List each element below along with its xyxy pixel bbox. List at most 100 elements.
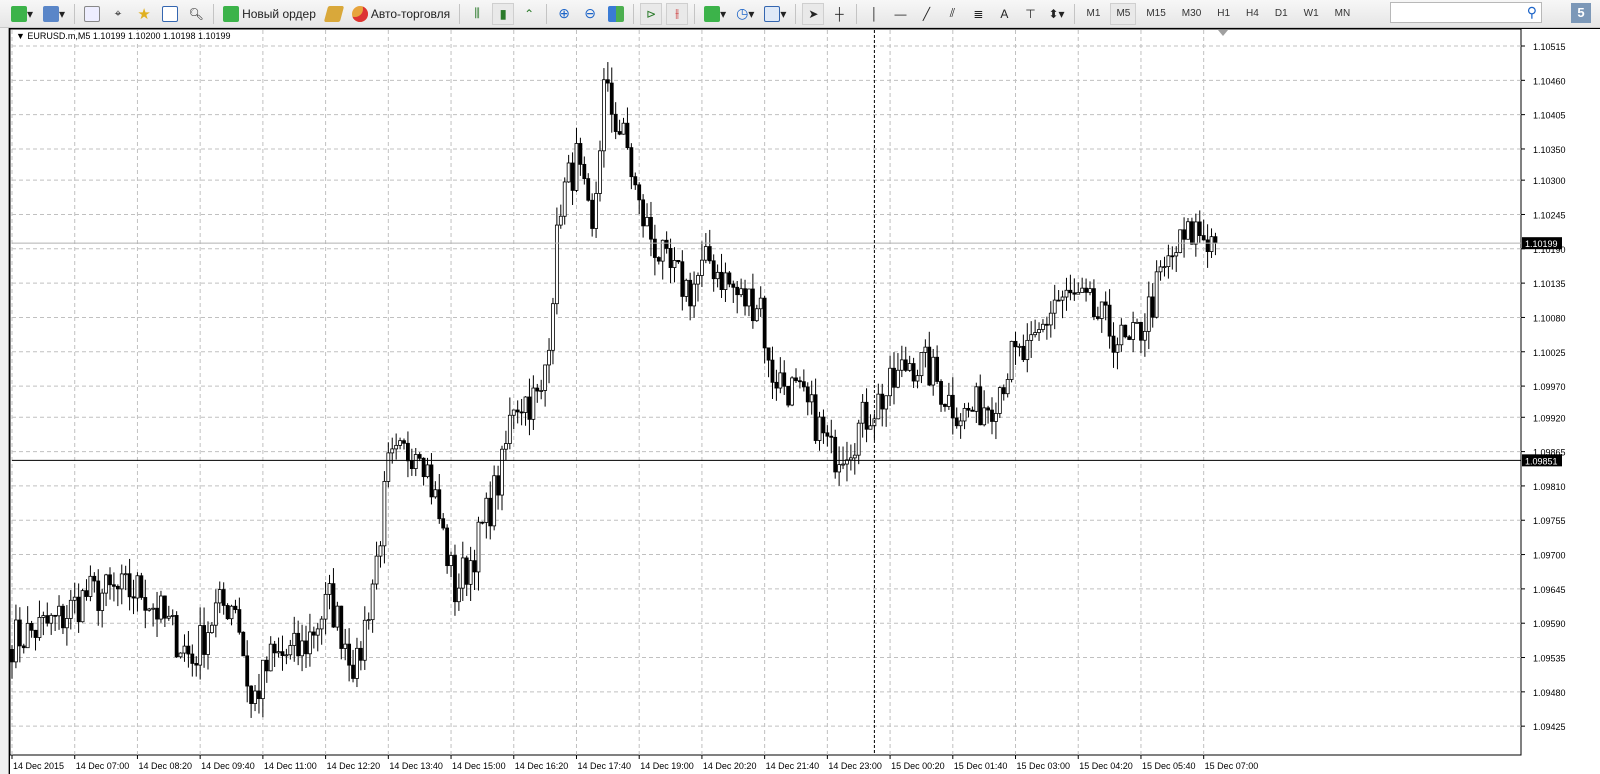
bull-candle: [841, 463, 845, 466]
bull-candle: [1005, 379, 1010, 395]
bull-candle: [1131, 322, 1136, 340]
bear-candle: [798, 380, 802, 383]
price-chart[interactable]: 1.10515 1.10460 1.10405 1.10350 1.10300 1.102…: [0, 0, 1600, 774]
bear-candle: [237, 609, 242, 633]
bull-candle: [1033, 332, 1038, 336]
bull-candle: [253, 690, 257, 704]
bull-candle: [1193, 221, 1198, 245]
bear-candle: [519, 411, 524, 414]
bear-candle: [127, 573, 132, 598]
time-tick-label: 14 Dec 16:20: [515, 761, 569, 771]
bear-candle: [750, 288, 755, 322]
bear-candle: [656, 257, 661, 262]
bear-candle: [617, 131, 622, 135]
bull-candle: [554, 224, 559, 305]
price-tick-label: 1.09590: [1533, 619, 1566, 629]
bear-candle: [1127, 336, 1132, 340]
bear-candle: [496, 475, 500, 496]
bear-candle: [53, 614, 58, 617]
bear-candle: [249, 685, 254, 704]
bear-candle: [794, 377, 798, 382]
bull-candle: [551, 303, 555, 351]
bear-candle: [668, 248, 673, 268]
bear-candle: [570, 162, 575, 191]
bull-candle: [1052, 299, 1057, 314]
bear-candle: [770, 359, 775, 383]
bull-candle: [994, 412, 998, 422]
bear-candle: [245, 655, 250, 687]
bear-candle: [139, 575, 144, 598]
bull-candle: [1076, 292, 1081, 295]
bear-candle: [892, 367, 896, 388]
bear-candle: [649, 216, 653, 240]
price-tick-label: 1.09645: [1533, 585, 1566, 595]
bull-candle: [210, 624, 214, 634]
bull-candle: [539, 390, 544, 392]
time-tick-label: 14 Dec 07:00: [76, 761, 130, 771]
bull-candle: [41, 615, 46, 618]
bull-candle: [37, 616, 42, 638]
chart-shift-marker-icon: [1218, 30, 1228, 36]
bear-candle: [1103, 301, 1108, 306]
bull-candle: [315, 628, 320, 636]
bear-candle: [688, 279, 693, 307]
bear-candle: [1150, 296, 1155, 318]
bull-candle: [213, 602, 218, 626]
bull-candle: [1174, 252, 1179, 257]
price-tick-label: 1.09425: [1533, 722, 1566, 732]
bear-candle: [225, 605, 230, 620]
bear-candle: [202, 625, 206, 655]
bull-candle: [558, 215, 563, 226]
bear-candle: [1013, 340, 1018, 348]
bull-candle: [511, 409, 516, 416]
bear-candle: [406, 442, 410, 462]
bear-candle: [939, 381, 943, 405]
bear-candle: [108, 574, 112, 586]
bull-candle: [962, 407, 967, 422]
bull-candle: [1119, 324, 1124, 346]
bull-candle: [1029, 334, 1034, 341]
symbol-info-text: EURUSD.m,M5 1.10199 1.10200 1.10198 1.10…: [27, 31, 231, 41]
bull-candle: [335, 605, 340, 628]
bear-candle: [421, 457, 426, 478]
bull-candle: [178, 652, 183, 658]
bull-candle: [852, 454, 857, 459]
bull-candle: [492, 475, 497, 527]
bull-candle: [25, 622, 30, 649]
bear-candle: [950, 394, 955, 419]
bull-candle: [14, 619, 18, 663]
bear-candle: [766, 347, 771, 361]
bear-candle: [29, 622, 34, 631]
bull-candle: [848, 457, 853, 461]
bear-candle: [33, 629, 38, 638]
price-tick-label: 1.10025: [1533, 348, 1566, 358]
bull-candle: [1178, 229, 1183, 253]
bull-candle: [386, 452, 391, 482]
bull-candle: [884, 395, 889, 410]
bull-candle: [594, 193, 598, 229]
bear-candle: [927, 346, 932, 386]
bull-candle: [621, 122, 626, 135]
price-tick-label: 1.10135: [1533, 279, 1566, 289]
bear-candle: [743, 288, 747, 307]
bull-candle: [1158, 266, 1163, 273]
time-tick-label: 14 Dec 09:40: [201, 761, 255, 771]
bear-candle: [112, 584, 116, 587]
bull-candle: [500, 448, 504, 496]
bear-candle: [351, 664, 355, 679]
bear-candle: [1111, 335, 1116, 353]
bull-candle: [182, 645, 187, 654]
price-tick-label: 1.10515: [1533, 42, 1566, 52]
bull-candle: [715, 271, 720, 280]
bear-candle: [402, 440, 406, 444]
bull-candle: [723, 272, 728, 290]
bear-candle: [1095, 316, 1100, 319]
bear-candle: [331, 583, 336, 628]
bull-candle: [343, 643, 348, 649]
bull-candle: [327, 583, 332, 595]
bull-candle: [1025, 339, 1030, 361]
bear-candle: [280, 651, 285, 656]
plot-frame: [9, 28, 1522, 756]
bear-candle: [1190, 221, 1194, 245]
bull-candle: [1041, 323, 1045, 330]
